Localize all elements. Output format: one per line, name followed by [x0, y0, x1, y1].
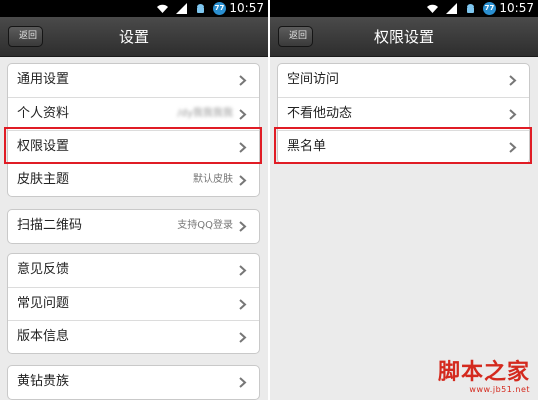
settings-item-version[interactable]: 版本信息 [8, 320, 259, 353]
settings-item-label: 意见反馈 [17, 262, 70, 277]
chevron-right-icon [239, 332, 247, 343]
chevron-right-icon [239, 221, 247, 232]
settings-group-scan: 扫描二维码 支持QQ登录 [7, 209, 260, 244]
permission-item-label: 不看他动态 [287, 106, 353, 121]
permission-item-hide-feed[interactable]: 不看他动态 [278, 97, 529, 130]
permissions-screen: 77 10:57 权限设置 返回 空间访问 不看他动态 黑名单 脚本之家 www… [270, 0, 538, 400]
profile-value: /dy我我我我 [177, 108, 233, 119]
settings-item-label: 黄钻贵族 [17, 374, 70, 389]
chevron-right-icon [239, 377, 247, 388]
title-bar: 权限设置 返回 [270, 17, 538, 57]
wifi-icon [157, 4, 168, 13]
status-time: 10:57 [229, 1, 264, 15]
settings-item-scan-qr[interactable]: 扫描二维码 支持QQ登录 [8, 210, 259, 243]
settings-item-label: 皮肤主题 [17, 172, 70, 187]
settings-item-label: 版本信息 [17, 329, 70, 344]
chevron-right-icon [239, 109, 247, 120]
watermark-brand: 脚本之家 [437, 360, 530, 385]
watermark-url: www.jb51.net [469, 385, 530, 394]
chevron-right-icon [239, 299, 247, 310]
back-button[interactable]: 返回 [8, 26, 43, 47]
permission-item-label: 空间访问 [287, 72, 340, 87]
chevron-right-icon [509, 109, 517, 120]
settings-item-skin[interactable]: 皮肤主题 默认皮肤 [8, 163, 259, 196]
settings-screen: 77 10:57 设置 返回 通用设置 个人资料 /dy我我我我 权限设置 皮肤… [0, 0, 268, 400]
chevron-right-icon [239, 75, 247, 86]
status-time: 10:57 [499, 1, 534, 15]
permission-item-space-access[interactable]: 空间访问 [278, 64, 529, 97]
android-icon [197, 4, 204, 13]
settings-item-label: 常见问题 [17, 296, 70, 311]
chevron-right-icon [509, 75, 517, 86]
settings-item-label: 扫描二维码 [17, 218, 83, 233]
settings-item-label: 个人资料 [17, 106, 70, 121]
chevron-right-icon [239, 175, 247, 186]
settings-item-yellow-diamond[interactable]: 黄钻贵族 [8, 366, 259, 399]
watermark: 脚本之家 www.jb51.net [438, 361, 530, 395]
badge-icon: 77 [213, 2, 226, 15]
settings-group-vip: 黄钻贵族 [7, 365, 260, 400]
settings-item-label: 通用设置 [17, 72, 70, 87]
title-bar: 设置 返回 [0, 17, 268, 57]
signal-icon [176, 3, 187, 14]
android-icon [467, 4, 474, 13]
settings-item-profile[interactable]: 个人资料 /dy我我我我 [8, 97, 259, 130]
status-bar: 77 10:57 [0, 0, 268, 17]
highlight-box [4, 127, 262, 164]
skin-value: 默认皮肤 [193, 174, 233, 185]
settings-item-faq[interactable]: 常见问题 [8, 287, 259, 320]
scan-qr-value: 支持QQ登录 [177, 220, 233, 231]
badge-icon: 77 [483, 2, 496, 15]
status-bar: 77 10:57 [270, 0, 538, 17]
back-button[interactable]: 返回 [278, 26, 313, 47]
settings-item-feedback[interactable]: 意见反馈 [8, 254, 259, 287]
chevron-right-icon [239, 265, 247, 276]
wifi-icon [427, 4, 438, 13]
highlight-box [274, 127, 532, 164]
settings-group-help: 意见反馈 常见问题 版本信息 [7, 253, 260, 354]
settings-item-general[interactable]: 通用设置 [8, 64, 259, 97]
signal-icon [446, 3, 457, 14]
